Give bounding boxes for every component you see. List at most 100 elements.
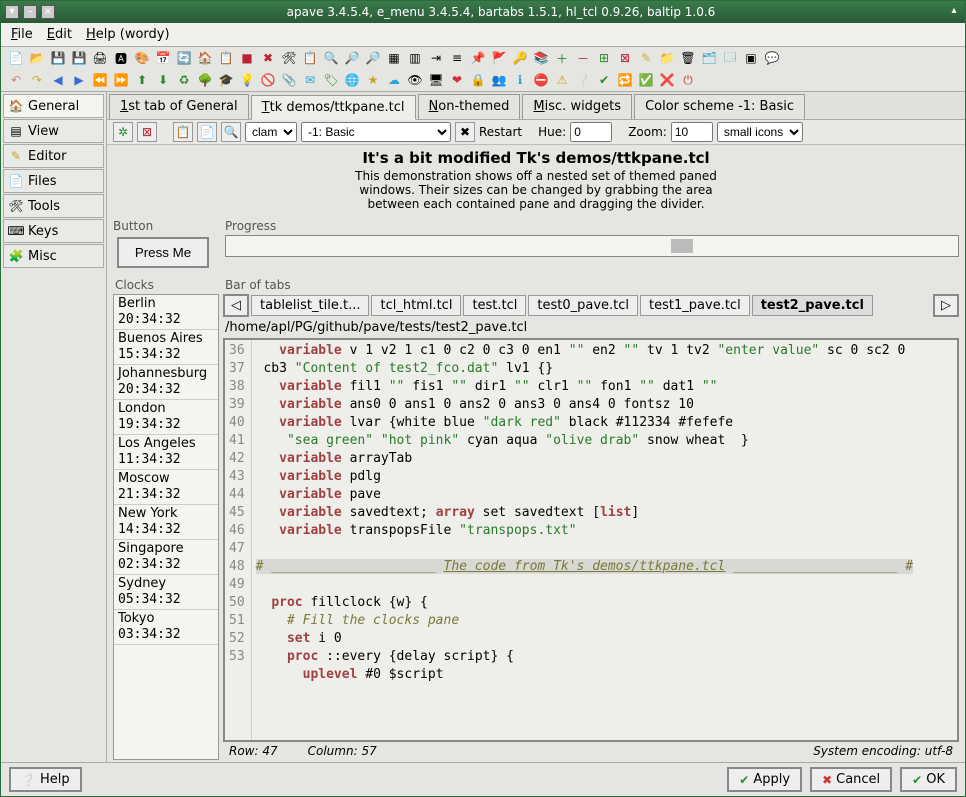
- home-icon[interactable]: 🏠: [196, 49, 214, 67]
- exit-icon[interactable]: ✖: [259, 49, 277, 67]
- tool-close-icon[interactable]: ⊠: [137, 122, 157, 142]
- list-icon[interactable]: ≡: [448, 49, 466, 67]
- hat-icon[interactable]: 🎓: [217, 71, 235, 89]
- bar-tab[interactable]: test.tcl: [463, 295, 526, 316]
- reload-icon[interactable]: 🔁: [616, 71, 634, 89]
- paste-icon[interactable]: 📋: [217, 49, 235, 67]
- tools-icon[interactable]: 🛠: [280, 49, 298, 67]
- tool-paste-icon[interactable]: 📄: [197, 122, 217, 142]
- star-icon[interactable]: ★: [364, 71, 382, 89]
- sidebar-item-general[interactable]: 🏠General: [3, 94, 104, 118]
- search-icon[interactable]: 🔍: [322, 49, 340, 67]
- redo-icon[interactable]: ↷: [28, 71, 46, 89]
- font-icon[interactable]: 🅰: [112, 49, 130, 67]
- bar-tab[interactable]: tcl_html.tcl: [371, 295, 461, 316]
- down-icon[interactable]: ⬇: [154, 71, 172, 89]
- indent-icon[interactable]: ⇥: [427, 49, 445, 67]
- rewind-icon[interactable]: ⏪: [91, 71, 109, 89]
- bar-tab[interactable]: test0_pave.tcl: [528, 295, 638, 316]
- view-icon[interactable]: 👁: [406, 71, 424, 89]
- columns-icon[interactable]: ▥: [406, 49, 424, 67]
- bar-tab[interactable]: tablelist_tile.t...: [251, 295, 369, 316]
- window-menu-button[interactable]: ▾: [5, 5, 19, 19]
- fastfwd-icon[interactable]: ⏩: [112, 71, 130, 89]
- tab-non-themed[interactable]: Non-themed: [418, 94, 521, 119]
- flag-icon[interactable]: 🚩: [490, 49, 508, 67]
- scheme-select[interactable]: -1: Basic: [301, 122, 451, 142]
- date-icon[interactable]: 📅: [154, 49, 172, 67]
- trash-icon[interactable]: 🗑: [679, 49, 697, 67]
- bar-tab[interactable]: test2_pave.tcl: [752, 295, 873, 316]
- mail-icon[interactable]: ✉: [301, 71, 319, 89]
- folder-icon[interactable]: 📁: [658, 49, 676, 67]
- books-icon[interactable]: 📚: [532, 49, 550, 67]
- open-folder-icon[interactable]: 📂: [28, 49, 46, 67]
- nope-icon[interactable]: 🚫: [259, 71, 277, 89]
- power-icon[interactable]: ⏻: [679, 71, 697, 89]
- close-red-icon[interactable]: ❌: [658, 71, 676, 89]
- cancel-button[interactable]: ✖Cancel: [810, 767, 892, 792]
- stack-icon[interactable]: 🗂: [700, 49, 718, 67]
- save-icon[interactable]: 💾: [49, 49, 67, 67]
- sidebar-item-files[interactable]: 📄Files: [3, 169, 104, 193]
- tab-general[interactable]: 1st tab of General: [109, 94, 249, 119]
- sidebar-item-view[interactable]: ▤View: [3, 119, 104, 143]
- remove-scheme-icon[interactable]: ✖: [455, 122, 475, 142]
- screen-icon[interactable]: 🖥: [427, 71, 445, 89]
- info-icon[interactable]: ℹ: [511, 71, 529, 89]
- sidebar-item-misc[interactable]: 🧩Misc: [3, 244, 104, 268]
- save-as-icon[interactable]: 💾: [70, 49, 88, 67]
- people-icon[interactable]: 👥: [490, 71, 508, 89]
- tag-icon[interactable]: 🏷: [322, 71, 340, 89]
- sidebar-item-keys[interactable]: ⌨Keys: [3, 219, 104, 243]
- grid-icon[interactable]: ▦: [385, 49, 403, 67]
- back-icon[interactable]: ◀: [49, 71, 67, 89]
- bar-prev-button[interactable]: ◁: [223, 294, 249, 317]
- zoom-out-icon[interactable]: 🔎: [364, 49, 382, 67]
- tree-icon[interactable]: 🌳: [196, 71, 214, 89]
- ok-button[interactable]: ✔OK: [900, 767, 957, 792]
- no-entry-icon[interactable]: ⛔: [532, 71, 550, 89]
- palette-icon[interactable]: 🎨: [133, 49, 151, 67]
- menu-edit[interactable]: Edit: [47, 27, 72, 42]
- remove-icon[interactable]: －: [574, 49, 592, 67]
- lock-icon[interactable]: 🔒: [469, 71, 487, 89]
- cloud-icon[interactable]: ☁: [385, 71, 403, 89]
- edit-icon[interactable]: ✎: [637, 49, 655, 67]
- bulb-icon[interactable]: 💡: [238, 71, 256, 89]
- attach-icon[interactable]: 📎: [280, 71, 298, 89]
- sidebar-item-tools[interactable]: 🛠Tools: [3, 194, 104, 218]
- refresh-icon[interactable]: 🔄: [175, 49, 193, 67]
- forward-icon[interactable]: ▶: [70, 71, 88, 89]
- restart-label[interactable]: Restart: [479, 125, 522, 139]
- hue-input[interactable]: [570, 122, 612, 142]
- tool-expand-icon[interactable]: ✲: [113, 122, 133, 142]
- code-text[interactable]: variable v 1 v2 1 c1 0 c2 0 c3 0 en1 "" …: [252, 340, 957, 740]
- tab-ttkpane[interactable]: Ttk demos/ttkpane.tcl: [251, 95, 416, 120]
- check-icon[interactable]: ✅: [637, 71, 655, 89]
- up-icon[interactable]: ⬆: [133, 71, 151, 89]
- chat-icon[interactable]: 💬: [763, 49, 781, 67]
- warn-icon[interactable]: ⚠: [553, 71, 571, 89]
- tab-misc-widgets[interactable]: Misc. widgets: [522, 94, 632, 119]
- menu-help[interactable]: Help (wordy): [86, 27, 170, 42]
- apply-button[interactable]: ✔Apply: [727, 767, 802, 792]
- key-icon[interactable]: 🔑: [511, 49, 529, 67]
- heart-icon[interactable]: ❤: [448, 71, 466, 89]
- app-icon[interactable]: 🗔: [721, 49, 739, 67]
- close-box-icon[interactable]: ⊠: [616, 49, 634, 67]
- tool-copy-icon[interactable]: 📋: [173, 122, 193, 142]
- help-button[interactable]: ❔Help: [9, 767, 82, 792]
- sidebar-item-editor[interactable]: ✎Editor: [3, 144, 104, 168]
- code-editor[interactable]: 363738394041424344454647484950515253 var…: [223, 338, 959, 742]
- add-icon[interactable]: ＋: [553, 49, 571, 67]
- recycle-icon[interactable]: ♻: [175, 71, 193, 89]
- add-box-icon[interactable]: ⊞: [595, 49, 613, 67]
- theme-select[interactable]: clam: [245, 122, 297, 142]
- copy-icon[interactable]: 📋: [301, 49, 319, 67]
- zoom-input[interactable]: [671, 122, 713, 142]
- press-me-button[interactable]: Press Me: [117, 237, 209, 268]
- pin-icon[interactable]: 📌: [469, 49, 487, 67]
- zoom-in-icon[interactable]: 🔎: [343, 49, 361, 67]
- stop-icon[interactable]: ■: [238, 49, 256, 67]
